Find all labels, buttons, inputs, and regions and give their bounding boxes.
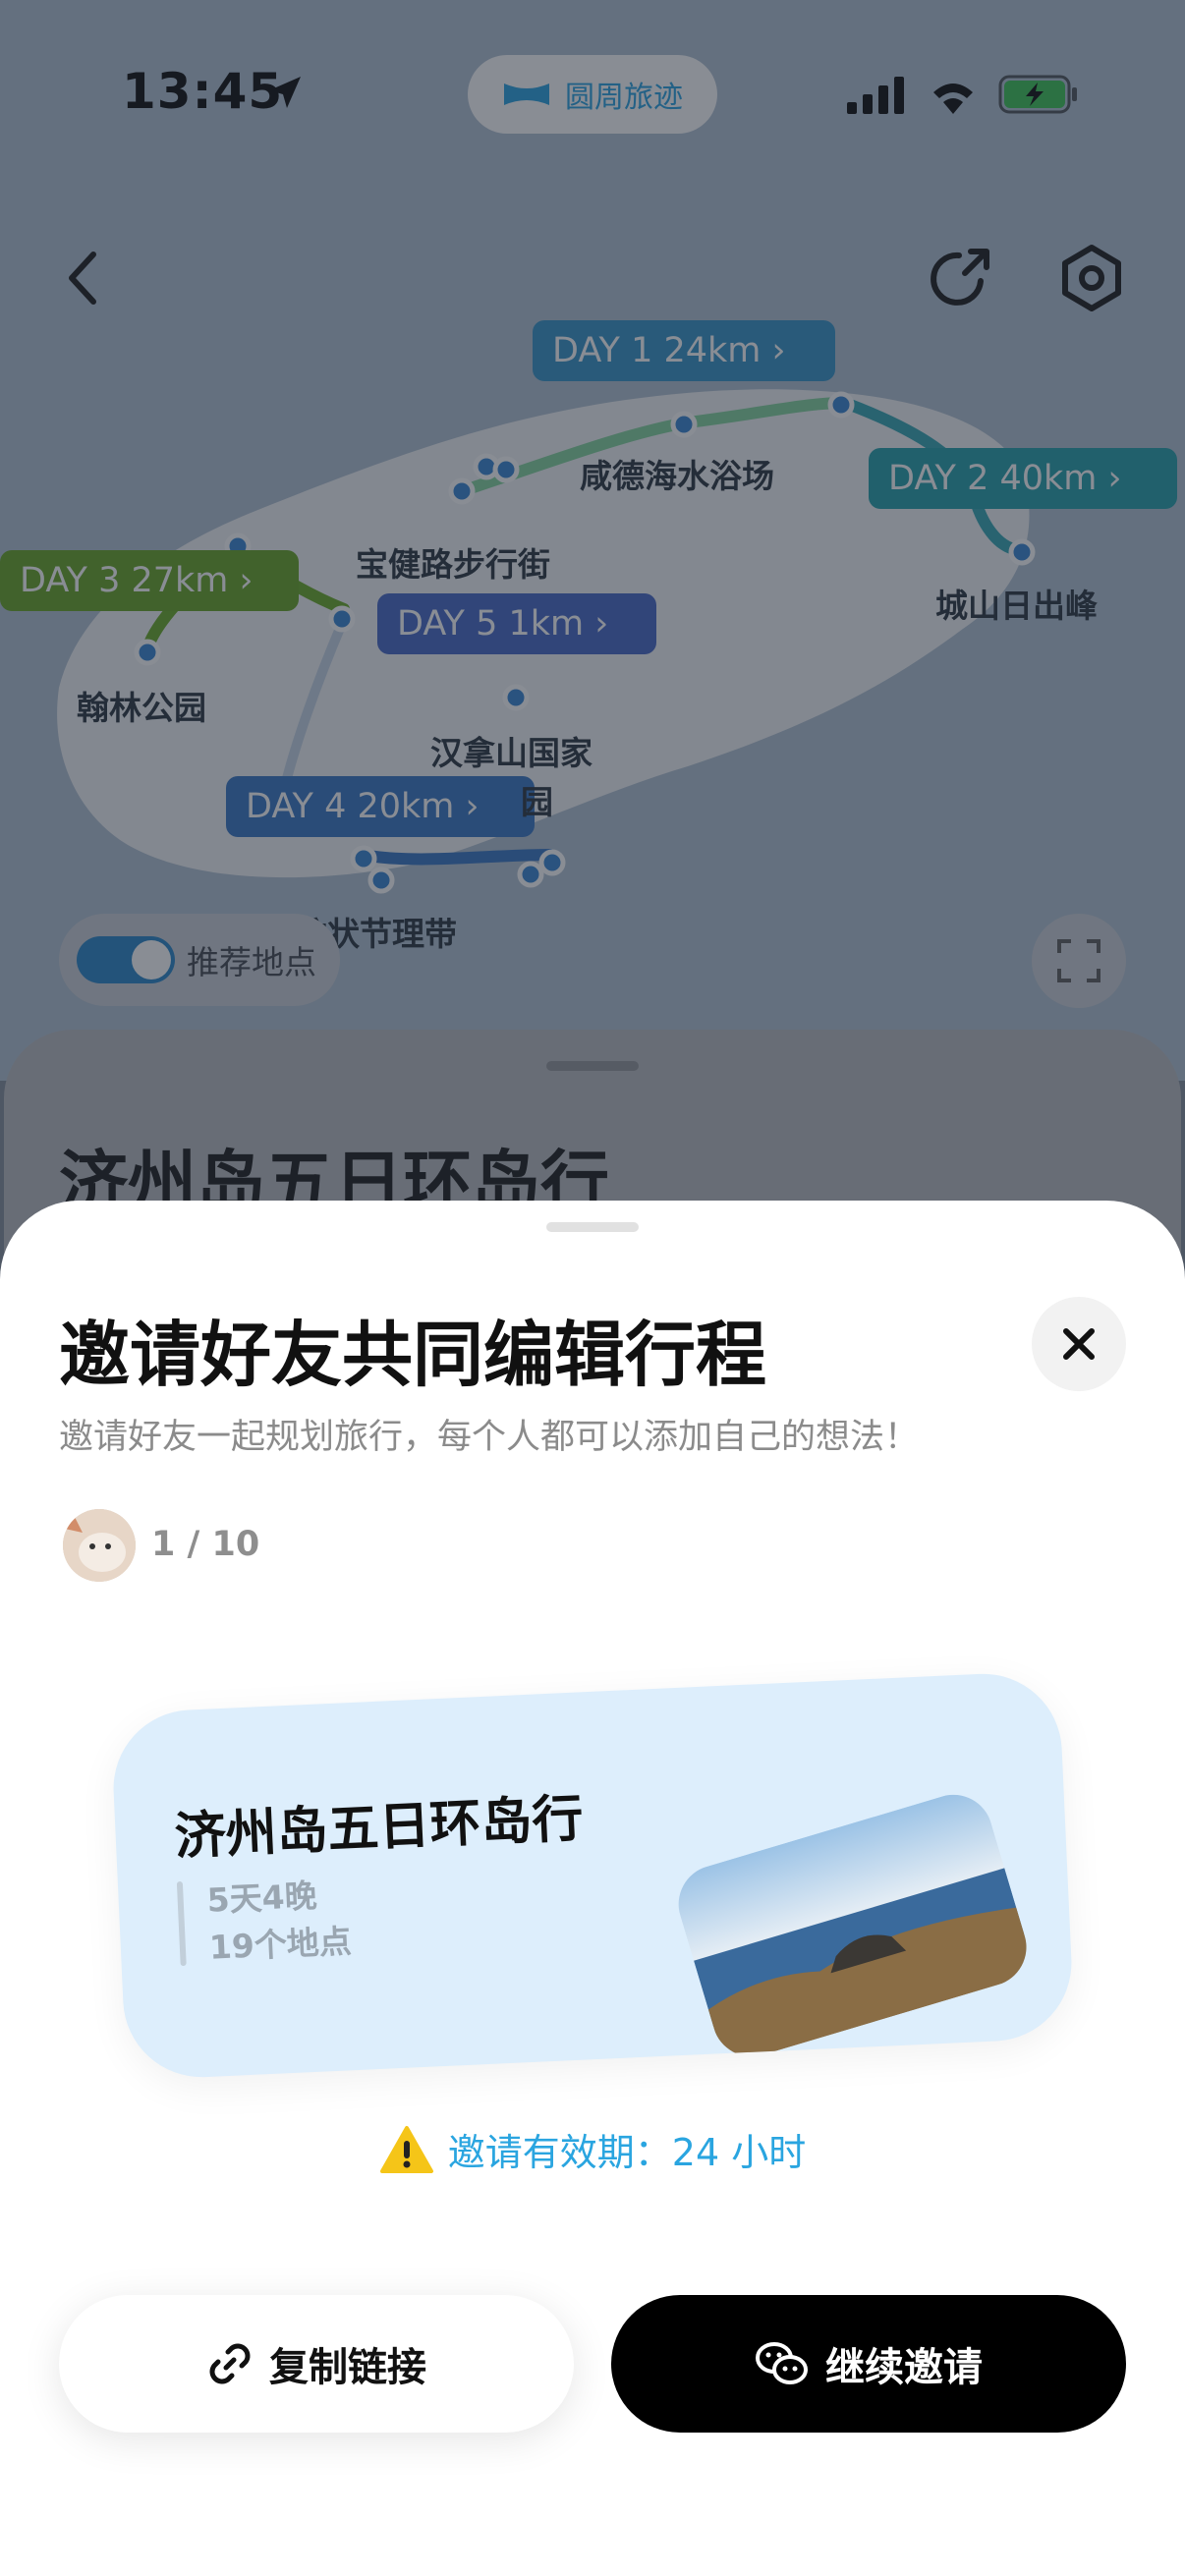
back-button[interactable] — [41, 236, 126, 320]
place-label: 翰林公园 — [77, 689, 206, 727]
app-logo-icon — [504, 84, 549, 105]
fullscreen-button[interactable] — [1032, 914, 1126, 1008]
sheet-grab-handle[interactable] — [546, 1222, 639, 1232]
validity-text: 邀请有效期：24 小时 — [447, 2131, 807, 2174]
cellular-signal-icon — [847, 77, 904, 114]
chevron-left-icon — [69, 252, 96, 305]
seascape-image — [668, 1785, 1037, 2067]
map-pin — [350, 845, 377, 872]
place-label: 汉拿山国家 — [430, 734, 592, 772]
status-time: 13:45 — [122, 63, 284, 120]
underlying-sheet-handle — [546, 1061, 639, 1071]
fullscreen-icon — [1057, 939, 1100, 982]
warning-icon — [379, 2125, 433, 2173]
app-name: 圆周旅迹 — [565, 81, 683, 115]
card-place-count: 19个地点 — [208, 1922, 353, 1967]
invite-title: 邀请好友共同编辑行程 — [59, 1314, 767, 1396]
route-day4 — [358, 849, 556, 866]
map-pin — [517, 861, 544, 888]
map-pin — [492, 456, 520, 483]
day-tag-5[interactable]: DAY 5 1km › — [377, 593, 656, 654]
card-divider — [176, 1880, 187, 1967]
place-label: 城山日出峰 — [935, 587, 1098, 625]
map-pin — [448, 477, 476, 505]
close-button[interactable] — [1032, 1297, 1126, 1391]
map-pin — [502, 684, 530, 711]
settings-button[interactable] — [1049, 236, 1134, 320]
place-label: 宝健路步行街 — [356, 545, 550, 584]
card-photo — [668, 1785, 1037, 2067]
copy-link-button[interactable]: 复制链接 — [59, 2295, 574, 2433]
share-button[interactable] — [918, 236, 1002, 320]
share-arrow-icon — [931, 249, 989, 306]
day-tag-4[interactable]: DAY 4 20km › — [226, 776, 535, 837]
continue-invite-label: 继续邀请 — [825, 2345, 983, 2390]
gear-icon — [1062, 245, 1121, 311]
place-label: 园 — [521, 783, 553, 821]
map-pin — [328, 605, 356, 633]
map-pin — [134, 639, 161, 666]
map-pin — [827, 391, 855, 419]
copy-link-label: 复制链接 — [269, 2345, 426, 2390]
card-duration: 5天4晚 — [205, 1876, 318, 1920]
map-pin — [670, 411, 698, 438]
toggle-label: 推荐地点 — [187, 943, 316, 981]
avatar-image — [63, 1509, 136, 1582]
day-tag-1[interactable]: DAY 1 24km › — [533, 320, 835, 381]
app-indicator-pill[interactable]: 圆周旅迹 — [468, 55, 717, 134]
invite-subtitle: 邀请好友一起规划旅行，每个人都可以添加自己的想法！ — [59, 1418, 920, 1457]
battery-charging-icon — [998, 75, 1077, 114]
location-arrow-icon — [269, 77, 301, 108]
recommend-places-toggle[interactable]: 推荐地点 — [59, 914, 340, 1006]
day-tag-2[interactable]: DAY 2 40km › — [869, 448, 1177, 509]
day-tag-3[interactable]: DAY 3 27km › — [0, 550, 299, 611]
map-pin — [367, 867, 395, 894]
trip-preview-card: 济州岛五日环岛行 5天4晚 19个地点 — [110, 1670, 1075, 2081]
link-icon — [209, 2343, 251, 2384]
member-count: 1 / 10 — [151, 1525, 260, 1564]
toggle-switch[interactable] — [77, 936, 175, 983]
continue-invite-button[interactable]: 继续邀请 — [611, 2295, 1126, 2433]
map-pin — [1008, 538, 1036, 566]
wechat-icon — [756, 2342, 808, 2384]
place-label: 咸德海水浴场 — [580, 457, 774, 495]
wifi-icon — [933, 84, 973, 114]
close-icon — [1063, 1328, 1095, 1360]
avatar[interactable] — [63, 1509, 136, 1582]
card-trip-title: 济州岛五日环岛行 — [173, 1789, 585, 1868]
validity-notice: 邀请有效期：24 小时 — [0, 2122, 1185, 2176]
map-pin — [538, 849, 566, 876]
